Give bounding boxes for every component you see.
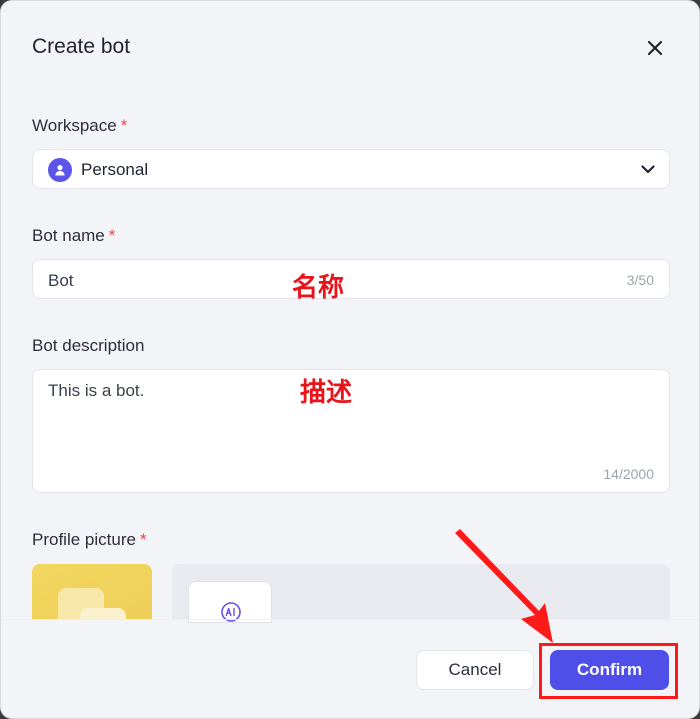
bot-description-value: This is a bot.: [48, 381, 145, 400]
description-annotation: 描述: [300, 378, 353, 408]
close-icon: [647, 40, 663, 56]
annotation-arrow-icon: [455, 529, 553, 643]
close-button[interactable]: [641, 34, 669, 62]
required-mark: *: [120, 116, 128, 135]
bot-description-counter: 14/2000: [603, 466, 654, 482]
chevron-down-icon: [641, 165, 655, 174]
bot-name-value: Bot: [48, 271, 74, 290]
profile-picture-label: Profile picture *: [32, 530, 147, 550]
create-bot-dialog: Create bot Workspace * Personal Bot name *…: [0, 0, 700, 719]
dialog-title: Create bot: [32, 35, 131, 58]
profile-picture-options: [172, 564, 670, 623]
required-mark: *: [139, 530, 147, 549]
bot-name-label-text: Bot name: [32, 226, 105, 245]
bot-description-label: Bot description: [32, 336, 145, 355]
ai-generate-button[interactable]: [188, 581, 272, 623]
footer-divider: [1, 619, 699, 620]
required-mark: *: [108, 226, 116, 245]
bot-name-counter: 3/50: [626, 272, 654, 288]
workspace-select[interactable]: Personal: [32, 149, 670, 189]
confirm-highlight-box: [539, 643, 678, 699]
cancel-button[interactable]: Cancel: [416, 650, 534, 690]
name-annotation: 名称: [292, 273, 345, 303]
profile-picture-preview[interactable]: [32, 564, 152, 620]
profile-picture-label-text: Profile picture: [32, 530, 136, 549]
workspace-value: Personal: [81, 160, 149, 179]
bot-name-input[interactable]: Bot 3/50: [32, 259, 670, 299]
bot-name-label: Bot name *: [32, 226, 115, 246]
workspace-label: Workspace *: [32, 116, 127, 136]
workspace-label-text: Workspace: [32, 116, 117, 135]
user-icon: [48, 158, 72, 182]
